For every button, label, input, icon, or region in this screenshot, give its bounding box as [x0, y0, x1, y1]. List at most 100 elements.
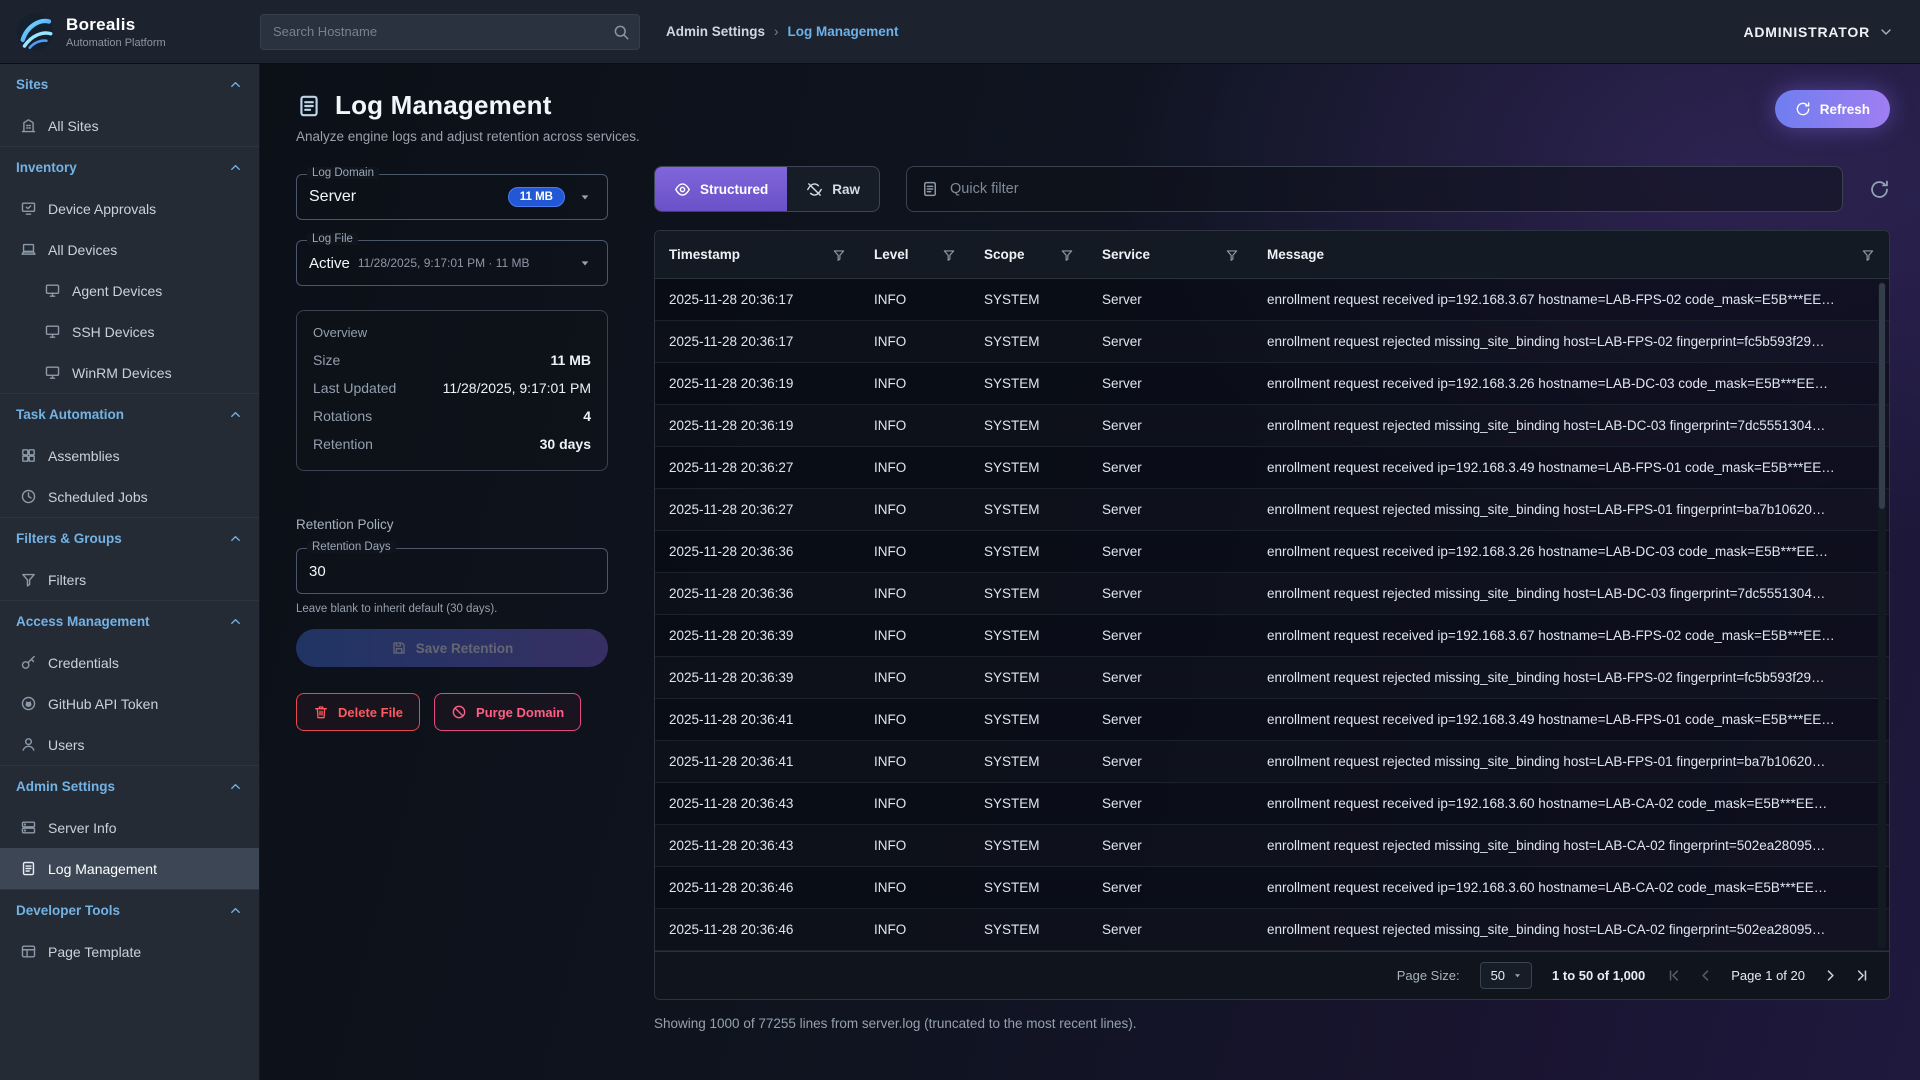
user-menu[interactable]: ADMINISTRATOR — [1743, 24, 1894, 40]
log-row[interactable]: 2025-11-28 20:36:41 INFO SYSTEM Server e… — [655, 741, 1889, 783]
log-row[interactable]: 2025-11-28 20:36:39 INFO SYSTEM Server e… — [655, 615, 1889, 657]
filter-icon[interactable] — [832, 248, 846, 262]
table-scrollbar[interactable] — [1878, 282, 1886, 948]
sidebar-item-github-api-token[interactable]: GitHub API Token — [0, 683, 259, 724]
first-page-button[interactable] — [1665, 966, 1684, 985]
sidebar-item-server-info[interactable]: Server Info — [0, 807, 259, 848]
sidebar-section-inventory[interactable]: Inventory — [0, 146, 259, 188]
sidebar-item-credentials[interactable]: Credentials — [0, 642, 259, 683]
sidebar-item-device-approvals[interactable]: Device Approvals — [0, 188, 259, 229]
breadcrumb-admin-settings[interactable]: Admin Settings — [666, 24, 765, 39]
log-icon — [20, 860, 37, 877]
raw-view-button[interactable]: Raw — [787, 167, 879, 211]
retention-days-field[interactable]: Retention Days — [296, 548, 608, 594]
sidebar-item-label: Agent Devices — [72, 283, 162, 299]
sidebar-item-scheduled-jobs[interactable]: Scheduled Jobs — [0, 476, 259, 517]
column-header-message[interactable]: Message — [1253, 231, 1889, 278]
log-row[interactable]: 2025-11-28 20:36:43 INFO SYSTEM Server e… — [655, 783, 1889, 825]
log-message: enrollment request received ip=192.168.3… — [1253, 796, 1889, 811]
main-content: Log Management Analyze engine logs and a… — [260, 64, 1920, 1080]
sidebar-item-label: All Sites — [48, 118, 99, 134]
sidebar-section-items: Page Template — [0, 931, 259, 972]
delete-file-button[interactable]: Delete File — [296, 693, 420, 731]
log-domain-size-badge: 11 MB — [508, 187, 565, 207]
sidebar-item-all-sites[interactable]: All Sites — [0, 105, 259, 146]
log-service: Server — [1088, 334, 1253, 349]
sidebar-item-agent-devices[interactable]: Agent Devices — [0, 270, 259, 311]
purge-domain-button[interactable]: Purge Domain — [434, 693, 581, 731]
log-row[interactable]: 2025-11-28 20:36:41 INFO SYSTEM Server e… — [655, 699, 1889, 741]
chevron-up-icon — [228, 903, 243, 918]
log-timestamp: 2025-11-28 20:36:19 — [655, 376, 860, 391]
scrollbar-thumb[interactable] — [1879, 283, 1885, 509]
sidebar-item-ssh-devices[interactable]: SSH Devices — [0, 311, 259, 352]
sidebar-section-items: Credentials GitHub API Token Users — [0, 642, 259, 765]
filter-icon[interactable] — [1060, 248, 1074, 262]
log-row[interactable]: 2025-11-28 20:36:19 INFO SYSTEM Server e… — [655, 363, 1889, 405]
log-service: Server — [1088, 670, 1253, 685]
search-input[interactable] — [260, 14, 640, 50]
next-page-button[interactable] — [1821, 966, 1840, 985]
filter-icon[interactable] — [1861, 248, 1875, 262]
sidebar-item-winrm-devices[interactable]: WinRM Devices — [0, 352, 259, 393]
log-domain-value: Server — [309, 188, 356, 206]
sidebar-section-sites[interactable]: Sites — [0, 64, 259, 105]
brand[interactable]: Borealis Automation Platform — [14, 11, 248, 53]
sidebar-item-assemblies[interactable]: Assemblies — [0, 435, 259, 476]
log-row[interactable]: 2025-11-28 20:36:19 INFO SYSTEM Server e… — [655, 405, 1889, 447]
sidebar-section-developer-tools[interactable]: Developer Tools — [0, 889, 259, 931]
page-subtitle: Analyze engine logs and adjust retention… — [296, 129, 640, 144]
log-row[interactable]: 2025-11-28 20:36:36 INFO SYSTEM Server e… — [655, 531, 1889, 573]
log-row[interactable]: 2025-11-28 20:36:39 INFO SYSTEM Server e… — [655, 657, 1889, 699]
log-file-label: Log File — [307, 233, 358, 245]
filter-icon[interactable] — [942, 248, 956, 262]
structured-view-button[interactable]: Structured — [655, 167, 787, 211]
last-page-button[interactable] — [1852, 966, 1871, 985]
breadcrumb-separator: › — [774, 24, 779, 39]
quick-filter-input[interactable] — [950, 181, 1828, 197]
retention-days-input[interactable] — [309, 563, 595, 580]
log-timestamp: 2025-11-28 20:36:39 — [655, 670, 860, 685]
filter-icon[interactable] — [1225, 248, 1239, 262]
sidebar-item-users[interactable]: Users — [0, 724, 259, 765]
sidebar-section-filters-groups[interactable]: Filters & Groups — [0, 517, 259, 559]
log-domain-select[interactable]: Log Domain Server 11 MB — [296, 174, 608, 220]
log-message: enrollment request rejected missing_site… — [1253, 502, 1889, 517]
log-row[interactable]: 2025-11-28 20:36:46 INFO SYSTEM Server e… — [655, 909, 1889, 951]
sidebar-section-task-automation[interactable]: Task Automation — [0, 393, 259, 435]
refresh-button[interactable]: Refresh — [1775, 90, 1890, 128]
log-message: enrollment request rejected missing_site… — [1253, 586, 1889, 601]
column-header-timestamp[interactable]: Timestamp — [655, 231, 860, 278]
log-row[interactable]: 2025-11-28 20:36:17 INFO SYSTEM Server e… — [655, 279, 1889, 321]
sidebar-item-filters[interactable]: Filters — [0, 559, 259, 600]
log-timestamp: 2025-11-28 20:36:39 — [655, 628, 860, 643]
log-row[interactable]: 2025-11-28 20:36:43 INFO SYSTEM Server e… — [655, 825, 1889, 867]
sidebar-item-log-management[interactable]: Log Management — [0, 848, 259, 889]
log-row[interactable]: 2025-11-28 20:36:46 INFO SYSTEM Server e… — [655, 867, 1889, 909]
page-size-select[interactable]: 50 — [1480, 962, 1532, 989]
log-row[interactable]: 2025-11-28 20:36:17 INFO SYSTEM Server e… — [655, 321, 1889, 363]
breadcrumb-log-management[interactable]: Log Management — [788, 24, 899, 39]
column-header-scope[interactable]: Scope — [970, 231, 1088, 278]
log-message: enrollment request rejected missing_site… — [1253, 418, 1889, 433]
log-scope: SYSTEM — [970, 712, 1088, 727]
log-file-select[interactable]: Log File Active 11/28/2025, 9:17:01 PM ·… — [296, 240, 608, 286]
sidebar-section-admin-settings[interactable]: Admin Settings — [0, 765, 259, 807]
sidebar-item-page-template[interactable]: Page Template — [0, 931, 259, 972]
log-timestamp: 2025-11-28 20:36:41 — [655, 754, 860, 769]
sidebar-section-access-management[interactable]: Access Management — [0, 600, 259, 642]
table-refresh-button[interactable] — [1869, 179, 1890, 200]
log-row[interactable]: 2025-11-28 20:36:36 INFO SYSTEM Server e… — [655, 573, 1889, 615]
column-header-level[interactable]: Level — [860, 231, 970, 278]
sidebar-item-label: Log Management — [48, 861, 157, 877]
save-retention-button[interactable]: Save Retention — [296, 629, 608, 667]
log-service: Server — [1088, 838, 1253, 853]
log-row[interactable]: 2025-11-28 20:36:27 INFO SYSTEM Server e… — [655, 489, 1889, 531]
caret-down-icon — [575, 187, 595, 207]
sidebar-item-all-devices[interactable]: All Devices — [0, 229, 259, 270]
prev-page-button[interactable] — [1696, 966, 1715, 985]
column-header-service[interactable]: Service — [1088, 231, 1253, 278]
log-row[interactable]: 2025-11-28 20:36:27 INFO SYSTEM Server e… — [655, 447, 1889, 489]
log-scope: SYSTEM — [970, 334, 1088, 349]
sidebar-section-label: Access Management — [16, 614, 150, 629]
